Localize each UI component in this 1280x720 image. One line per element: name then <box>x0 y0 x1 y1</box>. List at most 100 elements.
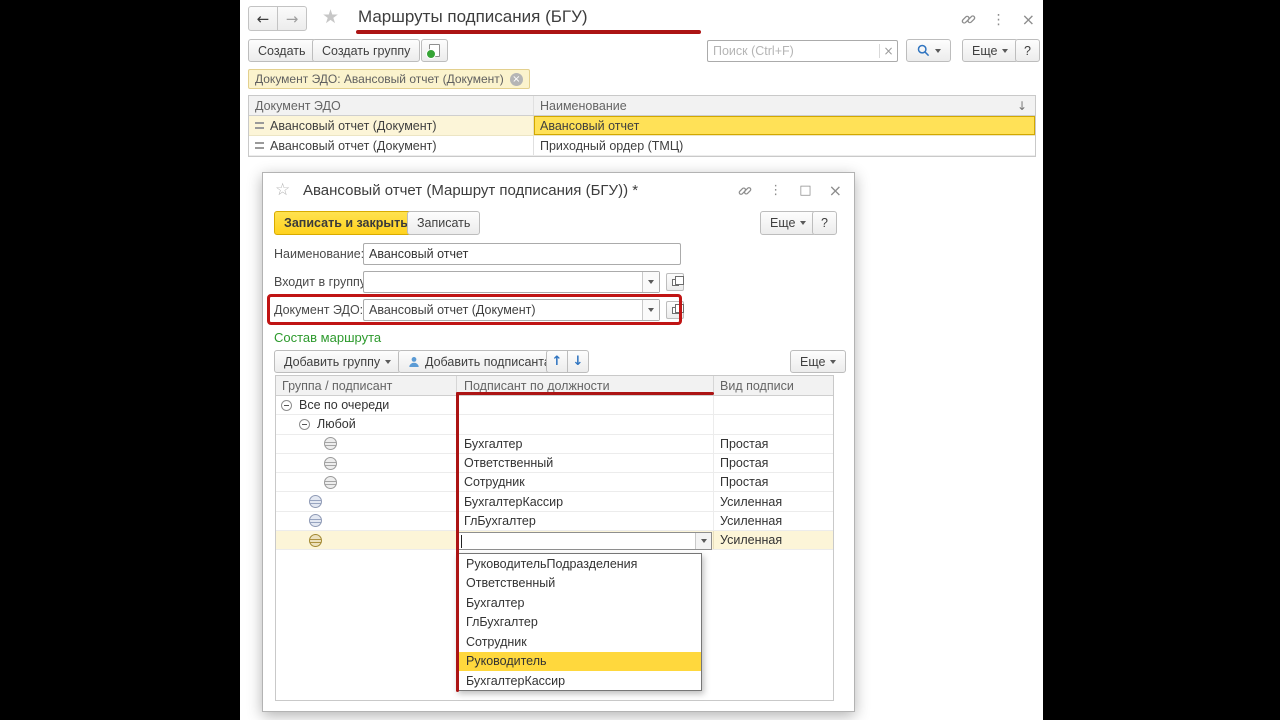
collapse-icon[interactable] <box>281 399 292 411</box>
signer-icon <box>324 456 337 470</box>
nav-back-button[interactable]: ← <box>248 6 278 31</box>
search-box: × <box>707 40 898 62</box>
page-title: Маршруты подписания (БГУ) <box>358 7 588 26</box>
more-label: Еще <box>770 216 796 230</box>
dialog-window-controls: ⋮ □ × <box>738 181 842 200</box>
collapse-icon[interactable] <box>299 418 310 430</box>
dialog-title: Авансовый отчет (Маршрут подписания (БГУ… <box>303 182 639 199</box>
filter-remove-icon[interactable]: × <box>509 72 523 86</box>
create-by-copy-button[interactable] <box>421 39 448 62</box>
maximize-icon[interactable]: □ <box>799 183 811 198</box>
arrow-down-icon: ↓ <box>572 354 584 369</box>
window-controls: ⋮ × <box>961 10 1035 29</box>
column-label: Документ ЭДО <box>255 98 341 113</box>
search-button[interactable] <box>906 39 951 62</box>
route-signer-row[interactable]: БухгалтерКассир Усиленная <box>276 492 833 512</box>
name-field-label: Наименование: <box>274 247 365 261</box>
name-field-input[interactable] <box>363 243 681 265</box>
signer-edit-input[interactable] <box>458 533 619 548</box>
search-input[interactable] <box>708 41 879 61</box>
route-signer-row[interactable]: Сотрудник Простая <box>276 473 833 493</box>
kebab-menu-icon[interactable]: ⋮ <box>992 12 1006 28</box>
cell-name: Приходный ордер (ТМЦ) <box>540 138 684 153</box>
close-icon[interactable]: × <box>1022 10 1035 29</box>
dropdown-button[interactable] <box>642 272 659 292</box>
add-signer-button[interactable]: Добавить подписанта <box>398 350 561 373</box>
nav-forward-button[interactable]: → <box>277 6 307 31</box>
active-cell[interactable]: Авансовый отчет <box>534 116 1035 135</box>
route-editing-row[interactable]: Усиленная <box>276 531 833 551</box>
sort-descending-icon[interactable]: ↓ <box>1017 99 1027 113</box>
column-header-document[interactable]: Документ ЭДО <box>249 96 534 115</box>
position-dropdown-list: РуководительПодразделения Ответственный … <box>456 553 702 691</box>
dropdown-item[interactable]: Сотрудник <box>457 632 701 652</box>
annotation-edo-field-box <box>267 294 682 325</box>
signer-position: БухгалтерКассир <box>464 494 564 509</box>
dropdown-item[interactable]: Бухгалтер <box>457 593 701 613</box>
column-label: Вид подписи <box>720 378 794 393</box>
more-button[interactable]: Еще <box>962 39 1019 62</box>
group-field-value <box>364 272 642 292</box>
favorite-star-icon[interactable]: ★ <box>322 6 339 28</box>
dropdown-item[interactable]: ГлБухгалтер <box>457 613 701 633</box>
dropdown-item[interactable]: Ответственный <box>457 574 701 594</box>
search-clear-icon[interactable]: × <box>879 44 897 58</box>
route-more-button[interactable]: Еще <box>790 350 847 373</box>
group-field-combo[interactable] <box>363 271 660 293</box>
route-composition-link[interactable]: Состав маршрута <box>274 330 381 345</box>
copy-document-icon <box>426 44 440 59</box>
link-icon[interactable] <box>738 184 752 198</box>
dialog-help-button[interactable]: ? <box>812 211 837 235</box>
route-signer-row[interactable]: ГлБухгалтер Усиленная <box>276 511 833 532</box>
move-down-button[interactable]: ↓ <box>567 350 589 373</box>
annotation-title-underline <box>356 30 701 34</box>
signer-icon <box>309 495 322 509</box>
group-label: Все по очереди <box>299 398 390 413</box>
chevron-down-icon <box>648 280 654 284</box>
signer-position: ГлБухгалтер <box>464 513 536 528</box>
chevron-down-icon <box>1002 48 1009 53</box>
dropdown-item[interactable]: РуководительПодразделения <box>457 554 701 574</box>
column-label: Группа / подписант <box>282 378 393 393</box>
search-icon <box>917 44 929 57</box>
add-group-button[interactable]: Добавить группу <box>274 350 402 373</box>
route-group-row[interactable]: Все по очереди <box>276 396 833 416</box>
save-button[interactable]: Записать <box>407 211 481 235</box>
signer-position: Сотрудник <box>464 475 525 490</box>
route-signer-row[interactable]: Ответственный Простая <box>276 453 833 474</box>
table-row[interactable]: Авансовый отчет (Документ) Авансовый отч… <box>249 116 1035 136</box>
close-icon[interactable]: × <box>829 181 842 200</box>
group-open-button[interactable] <box>666 273 684 291</box>
routes-table: Документ ЭДО Наименование ↓ Авансовый от… <box>248 95 1036 157</box>
route-group-row[interactable]: Любой <box>276 415 833 435</box>
filter-tag[interactable]: Документ ЭДО: Авансовый отчет (Документ)… <box>248 69 530 89</box>
signer-position: Бухгалтер <box>464 436 523 451</box>
create-group-button[interactable]: Создать группу <box>312 39 421 62</box>
signer-edit-combo[interactable] <box>457 532 712 550</box>
chevron-down-icon <box>700 538 707 543</box>
dropdown-button[interactable] <box>695 533 711 549</box>
person-icon <box>409 356 419 367</box>
column-label: Наименование <box>540 98 627 113</box>
open-value-icon <box>671 275 684 286</box>
save-and-close-button[interactable]: Записать и закрыть <box>274 211 418 235</box>
signature-type: Усиленная <box>720 513 783 528</box>
link-icon[interactable] <box>961 12 976 27</box>
help-button[interactable]: ? <box>1015 39 1040 62</box>
create-button[interactable]: Создать <box>248 39 316 62</box>
dropdown-item-highlighted[interactable]: Руководитель <box>457 651 701 671</box>
column-header-name[interactable]: Наименование ↓ <box>534 96 1035 115</box>
favorite-star-outline-icon[interactable]: ☆ <box>275 180 290 200</box>
route-signer-row[interactable]: Бухгалтер Простая <box>276 434 833 454</box>
dialog-more-button[interactable]: Еще <box>760 211 817 235</box>
table-row[interactable]: Авансовый отчет (Документ) Приходный орд… <box>249 136 1035 156</box>
kebab-menu-icon[interactable]: ⋮ <box>769 183 782 198</box>
column-label: Подписант по должности <box>464 378 610 393</box>
dropdown-item[interactable]: БухгалтерКассир <box>457 671 701 691</box>
signer-icon <box>309 533 322 547</box>
move-up-button[interactable]: ↑ <box>546 350 568 373</box>
more-label: Еще <box>800 354 826 369</box>
signature-type: Простая <box>720 475 769 490</box>
table-header[interactable]: Документ ЭДО Наименование ↓ <box>249 96 1035 116</box>
chevron-down-icon <box>800 221 807 225</box>
